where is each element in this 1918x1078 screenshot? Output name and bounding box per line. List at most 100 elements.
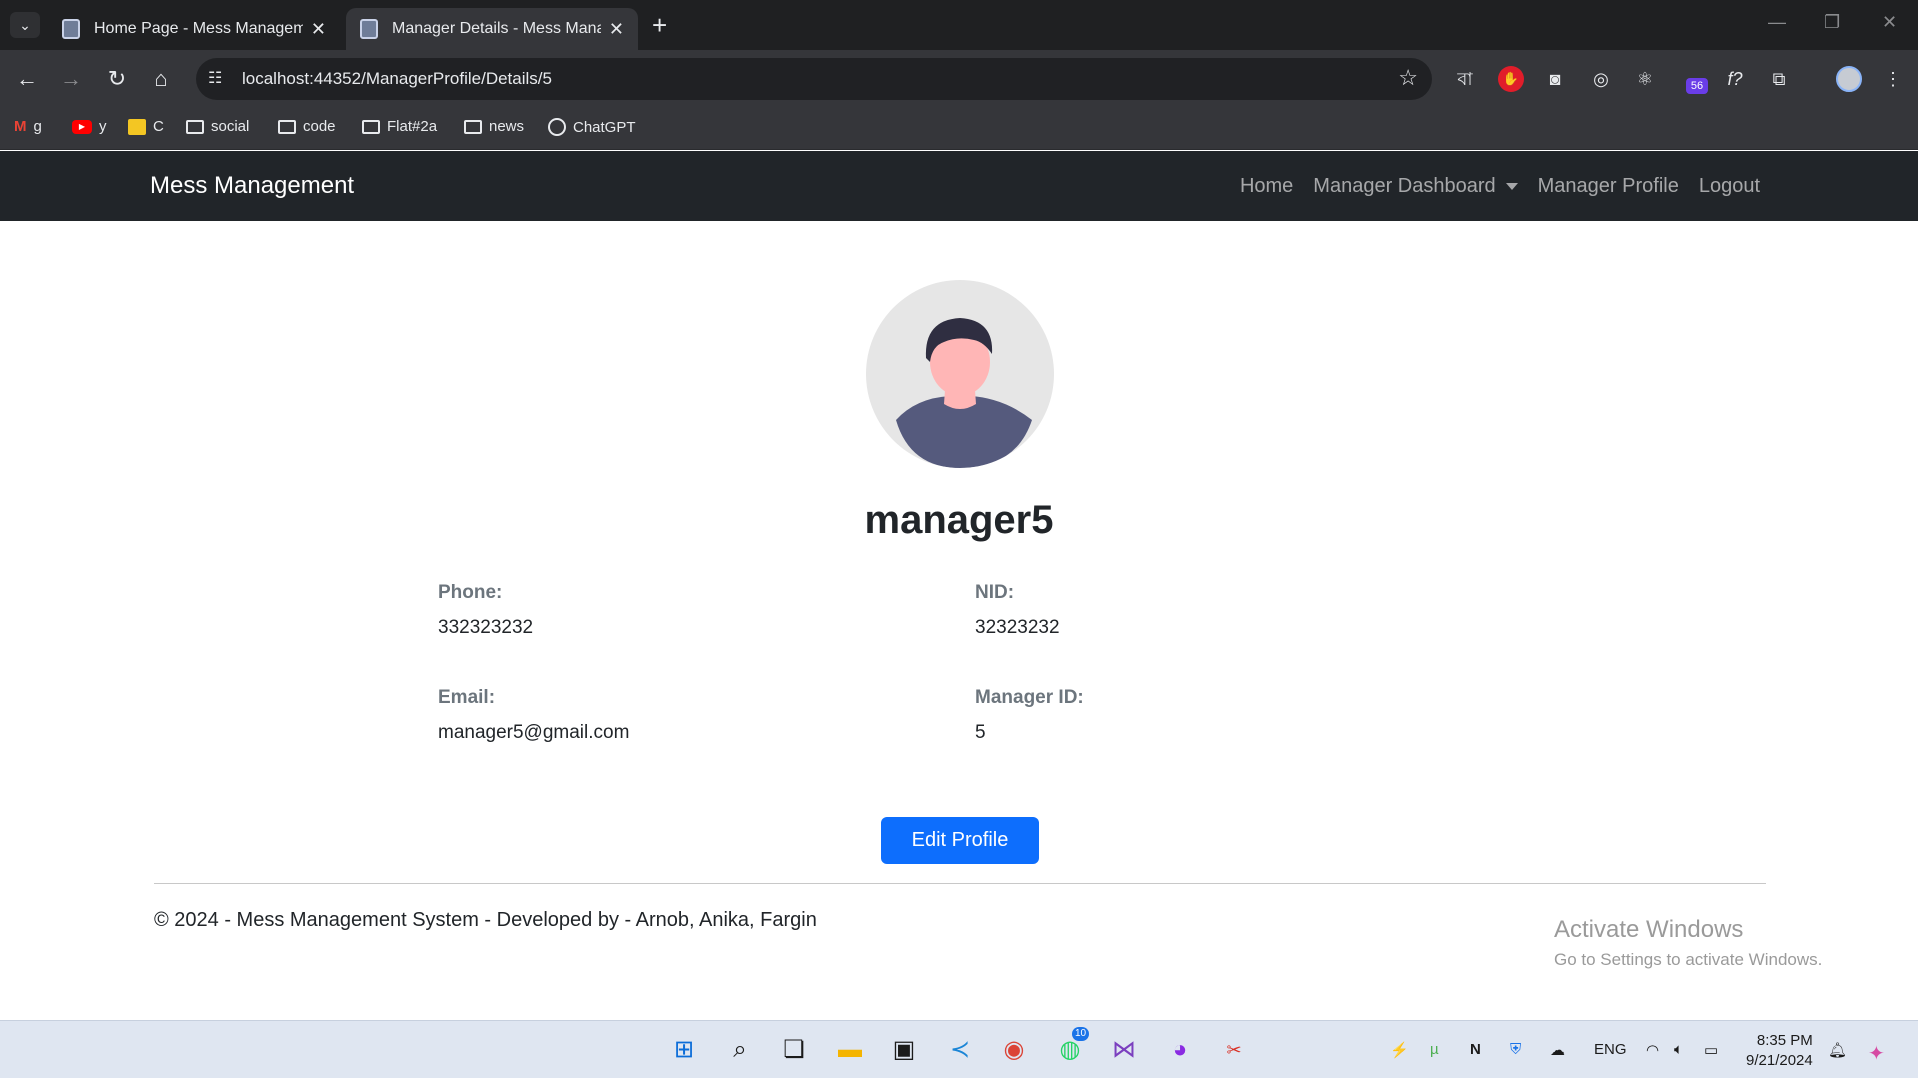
- close-icon[interactable]: ✕: [311, 19, 326, 40]
- clock-time: 8:35 PM: [1756, 1032, 1813, 1049]
- edit-profile-button[interactable]: Edit Profile: [881, 817, 1039, 864]
- extension-badge[interactable]: 56: [1686, 78, 1708, 94]
- vscode-icon[interactable]: ≺: [944, 1035, 976, 1065]
- bookmark-label: ChatGPT: [573, 118, 636, 136]
- target-extension-icon[interactable]: ◎: [1588, 66, 1614, 92]
- site-info-icon[interactable]: ☷: [208, 68, 222, 88]
- minimize-icon[interactable]: —: [1768, 12, 1786, 33]
- windows-taskbar: ⊞ ⌕ ❏ ▬ ▣ ≺ ◉ ◍ 10 ⋈ ◕ ✂ ⚡ µ N ⛨ ☁ ENG ◠ …: [0, 1020, 1918, 1078]
- whatsapp-icon[interactable]: ◍ 10: [1054, 1027, 1090, 1065]
- bookmark-folder-social[interactable]: social: [186, 118, 249, 135]
- tab-title: Manager Details - Mess Manag: [392, 20, 601, 37]
- person-illustration-icon: [896, 318, 1032, 468]
- url-text: localhost:44352/ManagerProfile/Details/5: [242, 69, 552, 88]
- bookmark-label: code: [303, 118, 336, 135]
- arrow-left-icon: ←: [16, 66, 38, 91]
- camera-extension-icon[interactable]: ◙: [1542, 66, 1568, 92]
- bookmark-youtube[interactable]: ▶ y: [72, 118, 107, 135]
- whatsapp-badge: 10: [1072, 1027, 1090, 1041]
- nav-dashboard-label: Manager Dashboard: [1313, 175, 1496, 197]
- browser-toolbar: ← → ↻ ⌂ ☷ localhost:44352/ManagerProfile…: [0, 50, 1918, 108]
- close-icon[interactable]: ✕: [609, 19, 624, 40]
- nav-manager-profile[interactable]: Manager Profile: [1538, 175, 1679, 198]
- copilot-icon[interactable]: ✦: [1868, 1041, 1885, 1066]
- site-brand[interactable]: Mess Management: [150, 172, 354, 200]
- nid-label: NID:: [975, 582, 1015, 603]
- visual-studio-icon[interactable]: ⋈: [1108, 1035, 1140, 1065]
- windows-start-icon[interactable]: ⊞: [668, 1035, 700, 1065]
- notification-bell-icon[interactable]: 🔔︎: [1828, 1041, 1847, 1059]
- bookmark-chatgpt[interactable]: ChatGPT: [548, 118, 636, 136]
- chrome-icon[interactable]: ◉: [998, 1035, 1030, 1065]
- reload-button[interactable]: ↻: [102, 64, 132, 94]
- nav-home[interactable]: Home: [1240, 175, 1293, 198]
- notion-icon[interactable]: N: [1470, 1041, 1481, 1058]
- adblock-extension-icon[interactable]: ✋: [1498, 66, 1524, 92]
- system-clock[interactable]: 8:35 PM 9/21/2024: [1746, 1031, 1813, 1071]
- new-tab-button[interactable]: +: [652, 10, 667, 40]
- bookmark-label: news: [489, 118, 525, 135]
- tab-manager-details[interactable]: Manager Details - Mess Manag ✕: [346, 8, 638, 50]
- nav-manager-dashboard-dropdown[interactable]: Manager Dashboard: [1313, 175, 1518, 198]
- bookmark-label: g: [33, 118, 42, 135]
- footer-divider: [154, 883, 1766, 884]
- page-favicon-icon: [62, 19, 80, 39]
- nav-logout[interactable]: Logout: [1699, 175, 1760, 198]
- language-indicator[interactable]: ENG: [1594, 1041, 1627, 1058]
- tab-title: Home Page - Mess Managemen: [94, 20, 303, 37]
- tab-home-page[interactable]: Home Page - Mess Managemen ✕: [48, 8, 340, 50]
- search-icon[interactable]: ⌕: [724, 1035, 756, 1065]
- bookmark-folder-code[interactable]: code: [278, 118, 336, 135]
- terminal-icon[interactable]: ▣: [888, 1035, 920, 1065]
- tray-app-icon[interactable]: ⚡: [1390, 1041, 1409, 1059]
- youtube-icon: ▶: [72, 119, 92, 134]
- window-close-icon[interactable]: ✕: [1882, 12, 1897, 33]
- folder-icon: [278, 119, 296, 134]
- site-navbar: Mess Management Home Manager Dashboard M…: [0, 151, 1918, 221]
- wifi-icon[interactable]: ◠: [1646, 1041, 1659, 1059]
- email-label: Email:: [438, 687, 496, 708]
- restore-icon[interactable]: ❐: [1824, 12, 1840, 33]
- chatgpt-icon: [548, 118, 566, 136]
- onedrive-icon[interactable]: ☁: [1550, 1041, 1565, 1059]
- forward-button[interactable]: →: [56, 64, 86, 94]
- file-explorer-icon[interactable]: ▬: [834, 1035, 866, 1065]
- activate-windows-watermark: Activate Windows Go to Settings to activ…: [1554, 916, 1822, 970]
- fx-extension-icon[interactable]: f?: [1722, 66, 1748, 92]
- home-button[interactable]: ⌂: [146, 64, 176, 94]
- bookmark-gmail[interactable]: Mg: [14, 118, 42, 135]
- menu-dots-icon[interactable]: ⋮: [1880, 66, 1906, 92]
- copilot-app-icon[interactable]: ◕: [1164, 1035, 1196, 1065]
- folder-icon: [362, 119, 380, 134]
- snipping-tool-icon[interactable]: ✂: [1218, 1035, 1250, 1065]
- folder-icon: [186, 119, 204, 134]
- task-view-icon[interactable]: ❏: [778, 1035, 810, 1065]
- bookmark-folder-news[interactable]: news: [464, 118, 524, 135]
- bookmark-label: social: [211, 118, 250, 135]
- arrow-right-icon: →: [60, 66, 82, 91]
- extensions-puzzle-icon[interactable]: ⧉: [1766, 66, 1792, 92]
- folder-icon: [464, 119, 482, 134]
- profile-avatar[interactable]: [1836, 66, 1862, 92]
- profile-avatar-image: [866, 280, 1054, 468]
- footer-text: © 2024 - Mess Management System - Develo…: [154, 909, 817, 931]
- bookmark-star-icon[interactable]: ☆: [1398, 65, 1418, 91]
- bookmark-folder-flat[interactable]: Flat#2a: [362, 118, 437, 135]
- utorrent-icon[interactable]: µ: [1430, 1041, 1439, 1058]
- bangla-extension-icon[interactable]: বা: [1452, 66, 1478, 92]
- page-favicon-icon: [360, 19, 378, 39]
- react-extension-icon[interactable]: ⚛: [1632, 66, 1658, 92]
- defender-icon[interactable]: ⛨: [1510, 1041, 1521, 1058]
- back-button[interactable]: ←: [12, 64, 42, 94]
- phone-label: Phone:: [438, 582, 503, 603]
- battery-icon[interactable]: ▭: [1704, 1041, 1718, 1059]
- tab-search-button[interactable]: ⌄: [10, 12, 40, 38]
- address-bar[interactable]: ☷ localhost:44352/ManagerProfile/Details…: [196, 58, 1432, 100]
- nav-links: Home Manager Dashboard Manager Profile L…: [1240, 175, 1760, 198]
- phone-value: 332323232: [438, 617, 534, 638]
- nid-value: 32323232: [975, 617, 1060, 638]
- volume-icon[interactable]: 🔈︎: [1674, 1041, 1683, 1058]
- bookmark-classroom[interactable]: C: [128, 118, 164, 135]
- watermark-subtitle: Go to Settings to activate Windows.: [1554, 950, 1823, 969]
- reload-icon: ↻: [107, 66, 127, 91]
